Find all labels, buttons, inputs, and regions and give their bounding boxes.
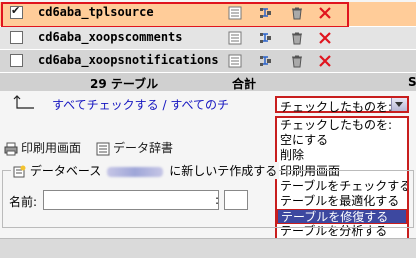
dropdown-option[interactable]: チェックしたものを:: [277, 118, 407, 133]
field-count-input[interactable]: [224, 190, 248, 210]
structure-icon[interactable]: [258, 54, 272, 68]
new-table-icon: [13, 165, 26, 178]
empty-icon[interactable]: [290, 31, 304, 45]
table-count: 29 テーブル: [90, 77, 159, 91]
create-table-fieldset: データベース に新しいテ作成する 名前: :: [2, 162, 414, 228]
legend-prefix: データベース: [29, 164, 102, 178]
drop-icon[interactable]: [318, 31, 332, 45]
redacted-db-name: [107, 166, 164, 177]
table-row[interactable]: cd6aba_xoopscomments: [0, 27, 416, 50]
empty-icon[interactable]: [290, 6, 304, 20]
table-row[interactable]: cd6aba_tplsource: [0, 2, 416, 28]
row-checkbox[interactable]: [10, 4, 23, 19]
printer-icon: [4, 142, 18, 155]
with-selected-select[interactable]: チェックしたものを:: [275, 96, 409, 114]
dropdown-option[interactable]: 空にする: [277, 133, 407, 148]
browse-icon[interactable]: [228, 31, 242, 45]
data-dictionary-label: データ辞書: [113, 141, 174, 155]
table-name[interactable]: cd6aba_xoopscomments: [38, 30, 183, 44]
structure-icon[interactable]: [258, 6, 272, 20]
sum-label: 合計: [232, 77, 257, 91]
legend-suffix: に新しいテ作成する: [169, 164, 278, 178]
table-row[interactable]: cd6aba_xoopsnotifications: [0, 50, 416, 73]
bottom-bar: [0, 238, 416, 258]
browse-icon[interactable]: [228, 6, 242, 20]
name-label: 名前:: [9, 195, 38, 209]
totals-row: 29 テーブル 合計 S: [0, 73, 416, 91]
table-name-input[interactable]: [43, 190, 219, 210]
check-all-link[interactable]: すべてチェックする / すべてのチ: [52, 96, 229, 113]
table-name[interactable]: cd6aba_xoopsnotifications: [38, 53, 219, 67]
data-dictionary-link[interactable]: データ辞書: [96, 139, 173, 156]
dropdown-option[interactable]: 削除: [277, 148, 407, 163]
drop-icon[interactable]: [318, 6, 332, 20]
chevron-down-icon[interactable]: [391, 98, 407, 111]
empty-icon[interactable]: [290, 54, 304, 68]
select-value: チェックしたものを:: [280, 100, 393, 114]
print-view-link[interactable]: 印刷用画面: [4, 139, 81, 156]
dictionary-icon: [96, 142, 110, 155]
fields-label: :: [215, 193, 220, 207]
create-table-legend: データベース に新しいテ作成する: [11, 162, 280, 179]
arrow-icon: [13, 95, 34, 109]
browse-icon[interactable]: [228, 54, 242, 68]
row-checkbox[interactable]: [10, 54, 23, 67]
row-checkbox[interactable]: [10, 31, 23, 44]
drop-icon[interactable]: [318, 54, 332, 68]
print-view-label: 印刷用画面: [21, 141, 82, 155]
table-name[interactable]: cd6aba_tplsource: [38, 5, 154, 19]
edge-label: S: [408, 75, 416, 89]
structure-icon[interactable]: [258, 31, 272, 45]
